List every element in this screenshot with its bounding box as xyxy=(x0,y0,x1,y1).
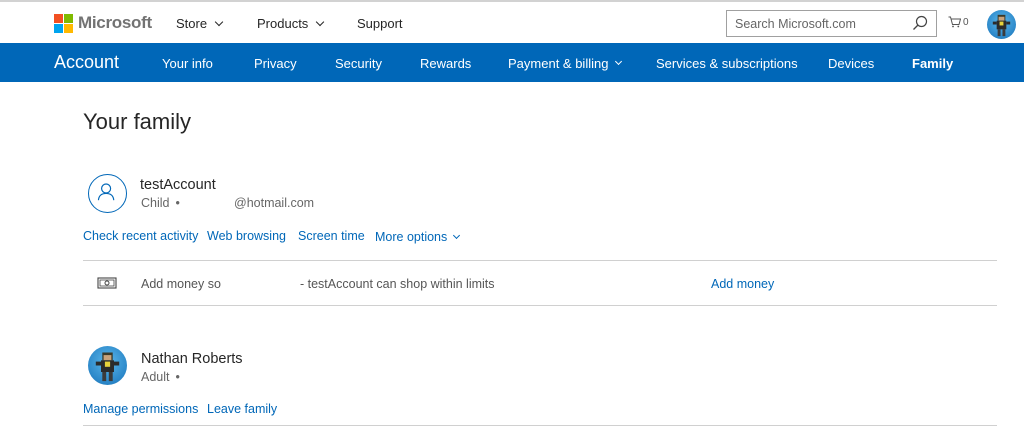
tab-security[interactable]: Security xyxy=(335,56,382,71)
tab-label: Security xyxy=(335,56,382,71)
member-role: Child • xyxy=(141,196,180,210)
tab-family[interactable]: Family xyxy=(912,56,953,71)
divider xyxy=(83,425,997,426)
tab-devices[interactable]: Devices xyxy=(828,56,874,71)
cart-icon xyxy=(948,16,961,28)
member-email: @hotmail.com xyxy=(234,196,315,210)
tab-services-subscriptions[interactable]: Services & subscriptions xyxy=(656,56,798,71)
member-name: Nathan Roberts xyxy=(141,351,243,367)
nav-store[interactable]: Store xyxy=(176,16,224,31)
person-icon xyxy=(97,183,115,201)
page-title: Your family xyxy=(83,109,192,134)
microsoft-logo[interactable]: Microsoft xyxy=(54,13,152,33)
microsoft-logo-icon xyxy=(54,13,73,33)
tab-label: Devices xyxy=(828,56,875,71)
check-recent-activity-link[interactable]: Check recent activity xyxy=(83,229,198,243)
search-icon[interactable] xyxy=(912,15,928,31)
brand-name: Microsoft xyxy=(78,13,152,32)
member-role-label: Child xyxy=(141,196,170,210)
member-role: Adult • xyxy=(141,370,180,384)
member-role-label: Adult xyxy=(141,370,170,384)
user-avatar[interactable] xyxy=(987,10,1016,39)
money-icon xyxy=(97,277,117,289)
tab-label: Payment & billing xyxy=(508,56,609,71)
chevron-down-icon xyxy=(214,17,224,26)
top-bar: Microsoft Store Products Support 0 xyxy=(0,0,1024,43)
tab-label: Your info xyxy=(162,56,213,71)
tab-label: Rewards xyxy=(420,56,472,71)
nav-support[interactable]: Support xyxy=(357,16,403,31)
cart-count: 0 xyxy=(963,16,969,28)
divider xyxy=(83,260,997,261)
chevron-down-icon xyxy=(615,57,623,66)
nav-products-label: Products xyxy=(257,16,309,31)
divider xyxy=(83,305,997,306)
account-title[interactable]: Account xyxy=(54,52,119,73)
chevron-down-icon xyxy=(453,231,461,239)
avatar-figure-icon xyxy=(992,14,1011,37)
web-browsing-link[interactable]: Web browsing xyxy=(207,229,286,243)
tab-payment-billing[interactable]: Payment & billing xyxy=(508,56,623,71)
tab-label: Privacy xyxy=(254,56,297,71)
tab-privacy[interactable]: Privacy xyxy=(254,56,297,71)
nav-store-label: Store xyxy=(176,16,208,31)
tab-your-info[interactable]: Your info xyxy=(162,56,213,71)
avatar-figure-icon xyxy=(95,352,120,382)
screen-time-link[interactable]: Screen time xyxy=(298,229,365,243)
more-options-label: More options xyxy=(375,230,448,244)
leave-family-link[interactable]: Leave family xyxy=(207,402,277,416)
member-name: testAccount xyxy=(140,177,216,193)
search-box xyxy=(726,10,937,37)
shop-limits-text: - testAccount can shop within limits xyxy=(300,277,495,291)
separator-dot: • xyxy=(175,196,180,210)
chevron-down-icon xyxy=(316,17,325,26)
add-money-link[interactable]: Add money xyxy=(711,277,774,291)
more-options-link[interactable]: More options xyxy=(375,230,461,244)
separator-dot: • xyxy=(175,370,180,384)
member-avatar xyxy=(88,346,127,385)
manage-permissions-link[interactable]: Manage permissions xyxy=(83,402,198,416)
search-input[interactable] xyxy=(727,11,907,36)
nav-support-label: Support xyxy=(357,16,403,31)
tab-label: Family xyxy=(912,56,954,71)
member-avatar xyxy=(88,174,127,213)
tab-rewards[interactable]: Rewards xyxy=(420,56,471,71)
tab-label: Services & subscriptions xyxy=(656,56,798,71)
account-nav-bar: Account Your info Privacy Security Rewar… xyxy=(0,43,1024,82)
add-money-text: Add money so xyxy=(141,277,221,291)
cart-button[interactable]: 0 xyxy=(948,16,969,28)
nav-products[interactable]: Products xyxy=(257,16,325,31)
